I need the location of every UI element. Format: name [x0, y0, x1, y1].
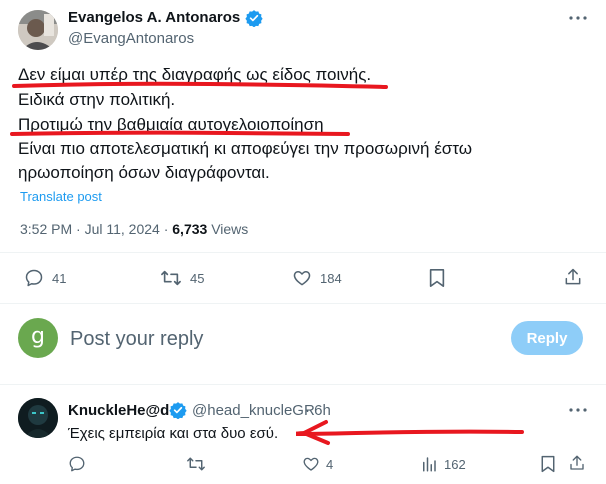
divider [0, 303, 606, 304]
reply-action[interactable]: 41 [24, 268, 66, 288]
tweet-line-4: Είναι πιο αποτελεσματική κι αποφεύγει τη… [18, 139, 473, 158]
author-avatar[interactable] [18, 10, 58, 50]
translate-post-link[interactable]: Translate post [20, 189, 102, 204]
tweet-line-5: ηρωοποίηση όσων διαγράφονται. [18, 163, 270, 182]
heart-icon [302, 455, 320, 473]
reply-text: Έχεις εμπειρία και στα δυο εσύ. [68, 425, 279, 442]
views-count: 6,733 [172, 221, 208, 237]
retweet-icon [160, 268, 182, 288]
time-text[interactable]: 3:52 PM · Jul 11, 2024 · [20, 221, 172, 237]
divider [0, 252, 606, 253]
analytics-icon [420, 455, 438, 473]
views-label: Views [207, 221, 249, 237]
like-action[interactable]: 184 [292, 268, 342, 288]
reply-author-name[interactable]: KnuckleHe@d [68, 402, 169, 419]
reply-author-handle[interactable]: @head_knucleGR [192, 402, 315, 419]
verified-badge-icon [169, 401, 187, 419]
reply-more-options-icon[interactable] [568, 402, 588, 423]
reply-bookmark-icon[interactable] [540, 455, 556, 478]
like-count: 184 [320, 270, 342, 286]
divider [0, 384, 606, 393]
author-photo [18, 10, 58, 50]
composer-avatar[interactable]: g [18, 318, 58, 358]
red-underline-annotation-1 [12, 81, 388, 89]
reply-share-icon[interactable] [568, 454, 586, 477]
composer-avatar-letter: g [31, 324, 45, 349]
share-icon[interactable] [563, 267, 583, 292]
more-options-icon[interactable] [568, 10, 588, 31]
verified-badge-icon [245, 9, 263, 27]
retweet-action[interactable]: 45 [160, 268, 204, 288]
reply-icon [24, 268, 44, 288]
post-timestamp: 3:52 PM · Jul 11, 2024 · 6,733 Views [20, 221, 248, 237]
reply-age[interactable]: · 6h [305, 402, 331, 419]
bookmark-icon[interactable] [428, 268, 446, 293]
author-handle[interactable]: @EvangAntonaros [68, 30, 194, 47]
heart-icon [292, 268, 312, 288]
reply-retweet-icon[interactable] [186, 455, 206, 478]
reply-views-action[interactable]: 162 [420, 455, 466, 473]
reply-count: 41 [52, 270, 67, 286]
red-arrow-annotation [296, 420, 524, 445]
red-underline-annotation-2 [10, 130, 350, 136]
reply-like-count: 4 [326, 456, 334, 472]
reply-input[interactable]: Post your reply [70, 328, 203, 351]
reply-views-count: 162 [444, 456, 466, 472]
retweet-count: 45 [190, 270, 205, 286]
author-name[interactable]: Evangelos A. Antonaros [68, 9, 240, 26]
reply-button[interactable]: Reply [511, 321, 583, 355]
reply-author-photo [18, 398, 58, 438]
reply-like-action[interactable]: 4 [302, 455, 333, 473]
reply-reply-icon[interactable] [68, 455, 86, 478]
reply-author-avatar[interactable] [18, 398, 58, 438]
